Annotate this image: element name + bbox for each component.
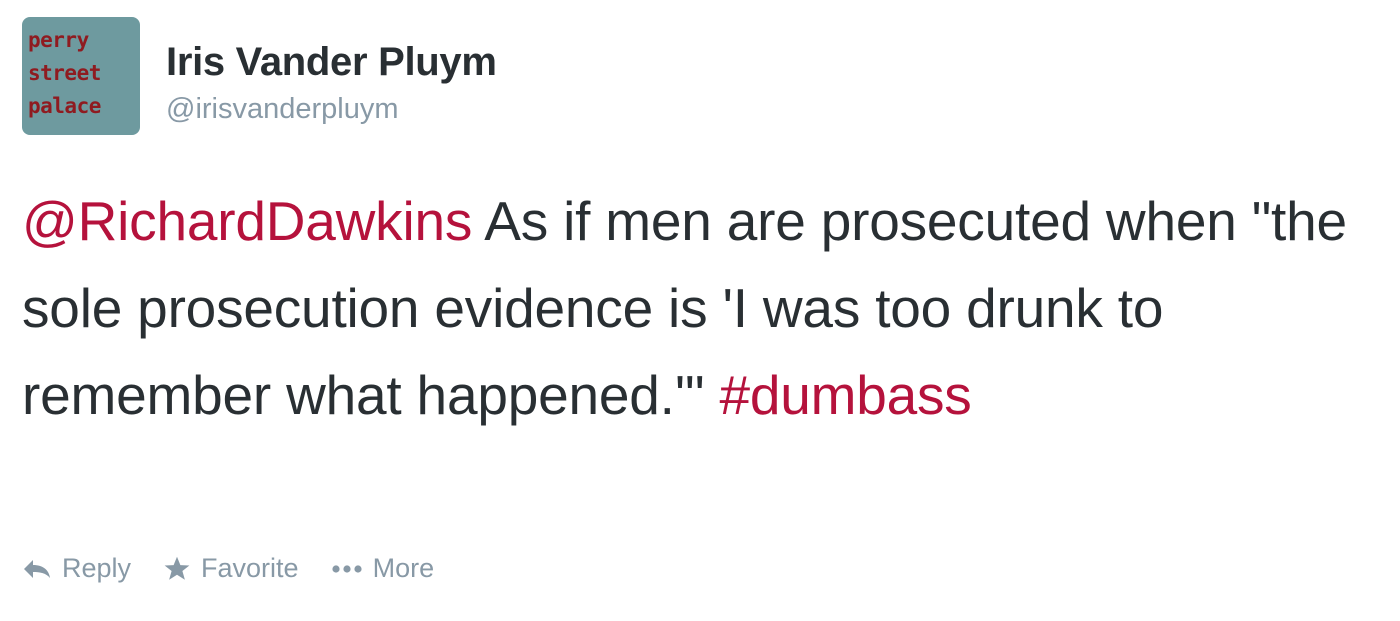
mention-link[interactable]: @RichardDawkins: [22, 190, 472, 252]
author-handle[interactable]: @irisvanderpluym: [166, 91, 497, 127]
favorite-button[interactable]: Favorite: [163, 553, 299, 584]
avatar-text-line: street: [28, 61, 101, 85]
ellipsis-icon: [331, 564, 362, 573]
reply-arrow-icon: [24, 559, 50, 578]
favorite-label: Favorite: [201, 553, 299, 583]
more-label: More: [372, 553, 435, 583]
author-info: Iris Vander Pluym @irisvanderpluym: [166, 17, 497, 127]
star-icon: [164, 556, 190, 580]
tweet-header: perry street palace Iris Vander Pluym @i…: [22, 17, 497, 135]
avatar[interactable]: perry street palace: [22, 17, 140, 135]
avatar-text-line: palace: [28, 94, 101, 118]
tweet: perry street palace Iris Vander Pluym @i…: [0, 0, 1400, 621]
author-display-name[interactable]: Iris Vander Pluym: [166, 39, 497, 85]
reply-label: Reply: [62, 553, 132, 583]
avatar-text-line: perry: [28, 28, 89, 52]
tweet-text: @RichardDawkins As if men are prosecuted…: [22, 178, 1382, 439]
more-button[interactable]: More: [331, 553, 435, 584]
reply-button[interactable]: Reply: [22, 553, 131, 584]
tweet-actions: Reply Favorite More: [22, 553, 466, 584]
hashtag-link[interactable]: #dumbass: [719, 364, 971, 426]
